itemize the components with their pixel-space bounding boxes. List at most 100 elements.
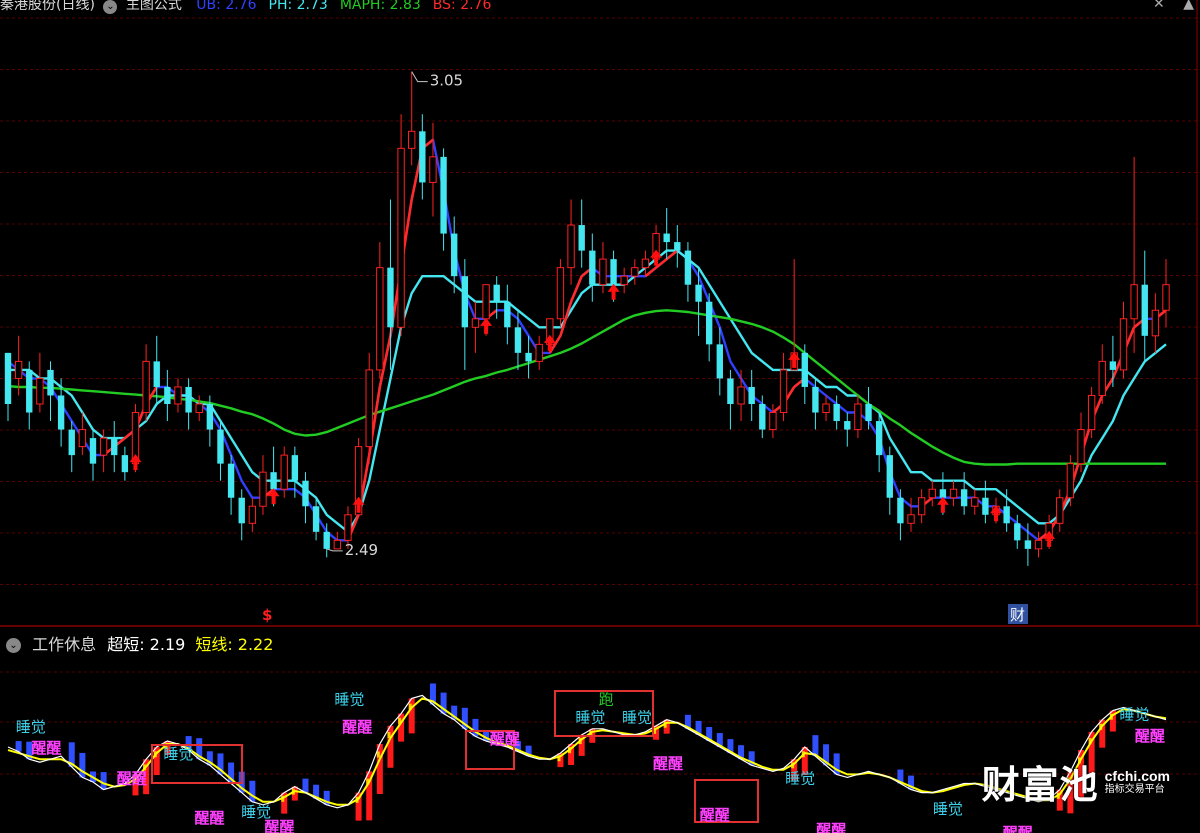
- candle-body: [14, 360, 23, 379]
- candle-body: [99, 437, 108, 456]
- candle-body: [482, 284, 490, 320]
- wake-signal: 醒醒: [31, 739, 61, 757]
- candle-body: [440, 156, 447, 234]
- sleep-signal: 睡觉: [334, 690, 364, 708]
- candle-body: [1119, 318, 1128, 371]
- buy-arrow-icon: [607, 283, 620, 300]
- momentum-bar: [100, 772, 107, 790]
- momentum-bar-accent: [376, 751, 380, 758]
- candle-body: [865, 404, 872, 422]
- candle-body: [567, 224, 575, 269]
- candle-body: [705, 301, 713, 345]
- candle-body: [195, 403, 203, 414]
- candle-body: [376, 267, 384, 371]
- chevron-down-icon[interactable]: ⌄: [103, 0, 118, 14]
- candle-body: [429, 156, 437, 183]
- chevron-down-icon[interactable]: ⌄: [6, 638, 21, 653]
- candle-body: [525, 352, 532, 362]
- candle-body: [1066, 463, 1075, 499]
- sleep-signal: 睡觉: [16, 718, 46, 736]
- momentum-bar: [302, 778, 309, 793]
- line-bs-segment: [665, 249, 679, 261]
- candle-body: [631, 267, 639, 277]
- candle-body: [26, 369, 33, 413]
- chart-canvas: 3.052.49 睡觉醒醒醒醒睡觉醒醒醒醒睡觉睡觉醒醒醒醒睡觉跑睡觉醒醒醒醒睡觉…: [0, 0, 1200, 833]
- candle-body: [727, 378, 734, 404]
- candle-body: [748, 386, 755, 404]
- candle-body: [1034, 539, 1043, 550]
- candle-body: [641, 258, 650, 269]
- sub-header: ⌄ 工作休息 超短: 2.19 短线: 2.22: [6, 631, 283, 655]
- candle-body: [1087, 394, 1096, 431]
- scroll-up-icon[interactable]: ▲: [1183, 0, 1194, 12]
- candle-body: [1151, 309, 1160, 337]
- sleep-signal: 睡觉: [622, 709, 652, 727]
- buy-arrow-icon: [990, 505, 1003, 522]
- momentum-bar: [249, 780, 256, 802]
- high-price-label: 3.05: [430, 72, 463, 90]
- candle-body: [982, 497, 989, 515]
- candle-body: [4, 352, 12, 404]
- candle-body: [812, 386, 819, 413]
- candle-body: [556, 267, 565, 320]
- candle-body: [960, 489, 968, 507]
- candle-body: [397, 147, 405, 328]
- candle-body: [684, 250, 692, 285]
- sleep-signal: 睡觉: [575, 709, 605, 727]
- indicator-values: UB: 2.76 PH: 2.73 MAPH: 2.83 BS: 2.76: [196, 0, 503, 13]
- candle-body: [535, 343, 543, 362]
- candle-body: [270, 472, 277, 490]
- candle-body: [493, 284, 500, 302]
- candle-body: [451, 233, 458, 277]
- candle-body: [217, 429, 224, 464]
- wake-signal: 醒醒: [1003, 824, 1033, 833]
- buy-arrow-icon: [480, 317, 493, 334]
- momentum-bar: [15, 741, 22, 752]
- candle-body: [779, 369, 788, 414]
- candle-body: [504, 301, 511, 328]
- candle-body: [971, 497, 979, 507]
- candle-body: [514, 327, 522, 353]
- candle-body: [291, 455, 299, 481]
- candle-body: [801, 352, 808, 387]
- line-bs-segment: [644, 266, 657, 278]
- sleep-signal: 睡觉: [933, 800, 963, 818]
- candle-body: [1024, 540, 1032, 549]
- candle-body: [142, 360, 150, 414]
- candle-body: [1003, 506, 1010, 524]
- candle-body: [238, 497, 245, 524]
- run-signal: 跑: [599, 690, 614, 708]
- candle-body: [206, 404, 214, 430]
- stock-title: 秦港股份(日线): [0, 0, 95, 13]
- candle-body: [1130, 284, 1138, 320]
- candle-body: [471, 318, 480, 328]
- candle-body: [387, 267, 394, 328]
- finance-marker: 财: [1010, 606, 1025, 624]
- wake-signal: 醒醒: [195, 809, 225, 827]
- formula-name: 主图公式: [125, 0, 182, 13]
- candle-body: [1109, 361, 1117, 370]
- momentum-bar: [812, 735, 819, 757]
- candle-body: [759, 404, 766, 430]
- candle-body: [875, 421, 883, 456]
- sub-indicator-0: 超短: 2.19: [107, 635, 186, 654]
- candle-body: [928, 488, 936, 499]
- brand-site: cfchi.com: [1104, 767, 1170, 784]
- candle-body: [164, 386, 171, 404]
- wake-signal: 醒醒: [1135, 727, 1165, 745]
- candle-body: [822, 403, 830, 414]
- buy-arrow-icon: [267, 488, 280, 505]
- wake-signal: 醒醒: [490, 730, 520, 748]
- sub-indicator-1: 短线: 2.22: [195, 635, 274, 654]
- candle-body: [174, 386, 182, 405]
- candle-body: [854, 403, 862, 431]
- candle-body: [1162, 284, 1170, 311]
- buy-arrow-icon: [788, 351, 801, 368]
- candle-body: [121, 455, 129, 473]
- candle-body: [716, 344, 723, 379]
- wake-signal: 醒醒: [700, 806, 730, 824]
- window-close-icon[interactable]: ✕: [1153, 0, 1165, 12]
- candle-body: [408, 130, 416, 149]
- momentum-bar: [79, 752, 86, 778]
- candle-body: [897, 497, 904, 524]
